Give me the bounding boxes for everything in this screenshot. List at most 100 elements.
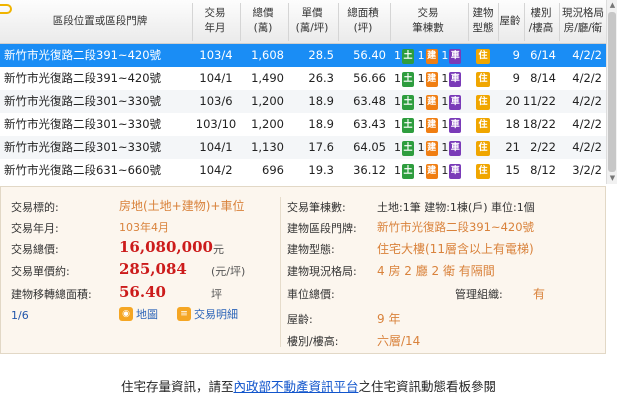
map-button[interactable]: ◉ 地圖 bbox=[119, 306, 158, 322]
cell-age: 18 bbox=[505, 117, 520, 131]
cell-building-type: 住 bbox=[472, 136, 494, 159]
table-row[interactable]: 新竹市光復路二段391~420號 104/1 1,490 26.3 56.66 1 土 1建… bbox=[0, 67, 606, 90]
land-icon: 土 bbox=[402, 49, 414, 64]
ym-label: 交易年月: bbox=[11, 222, 59, 235]
cell-layout: 3/2/2 bbox=[572, 163, 602, 177]
cell-floor: 8/14 bbox=[530, 71, 556, 85]
building-icon: 建 bbox=[425, 141, 438, 156]
cell-location: 新竹市光復路二段301~330號 bbox=[4, 140, 162, 154]
cell-area: 63.48 bbox=[353, 94, 386, 108]
header-unit-price[interactable]: 單價 (萬/坪) bbox=[288, 6, 336, 36]
table-row[interactable]: 新竹市光復路二段301~330號 104/1 1,130 17.6 64.05 1 土 1建… bbox=[0, 136, 606, 159]
transaction-panel: 區段位置或區段門牌 交易 年月 總價 (萬) 單價 (萬/坪) 總面積 (坪) 交易 筆棟… bbox=[0, 0, 617, 400]
building-icon: 建 bbox=[425, 118, 438, 133]
unit-unit: (元/坪) bbox=[211, 265, 246, 278]
header-area[interactable]: 總面積 (坪) bbox=[338, 6, 388, 36]
cell-count: 1土 1建 1車 bbox=[394, 141, 462, 156]
cell-count: 1土 1建 1車 bbox=[394, 49, 462, 64]
cell-floor: 6/14 bbox=[530, 48, 556, 62]
addr-label: 建物區段門牌: bbox=[287, 222, 357, 235]
footer-text-pre: 住宅存量資訊，請至 bbox=[120, 379, 234, 394]
residence-icon: 住 bbox=[476, 118, 490, 133]
cell-layout: 4/2/2 bbox=[572, 94, 602, 108]
detail-button[interactable]: ≡ 交易明細 bbox=[177, 306, 238, 322]
scroll-thumb[interactable] bbox=[608, 12, 616, 172]
cell-location: 新竹市光復路二段391~420號 bbox=[4, 48, 162, 62]
table-row[interactable]: 新竹市光復路二段631~660號 104/2 696 19.3 36.12 1 土 1建 1… bbox=[0, 159, 606, 182]
age-value: 9 年 bbox=[377, 312, 401, 326]
cell-age: 9 bbox=[512, 48, 520, 62]
header-location[interactable]: 區段位置或區段門牌 bbox=[12, 14, 188, 29]
cell-count: 1土 1建 1車 bbox=[394, 95, 462, 110]
cell-layout: 4/2/2 bbox=[572, 117, 602, 131]
list-icon: ≡ bbox=[177, 307, 191, 321]
table-scrollbar[interactable]: ▲ ▼ bbox=[606, 0, 617, 184]
cell-area: 56.40 bbox=[353, 48, 386, 62]
target-value: 房地(土地+建物)+車位 bbox=[119, 199, 245, 213]
cell-location: 新竹市光復路二段391~420號 bbox=[4, 71, 162, 85]
cell-building-type: 住 bbox=[472, 67, 494, 90]
cell-unit-price: 26.3 bbox=[308, 71, 334, 85]
footer-note: 住宅存量資訊，請至內政部不動產資訊平台之住宅資訊動態看板參閱 bbox=[0, 376, 617, 395]
cell-total: 1,130 bbox=[251, 140, 284, 154]
scroll-down-icon[interactable]: ▼ bbox=[608, 173, 617, 183]
cell-unit-price: 19.3 bbox=[308, 163, 334, 177]
header-date[interactable]: 交易 年月 bbox=[192, 6, 238, 36]
header-total[interactable]: 總價 (萬) bbox=[240, 6, 286, 36]
detail-button-label: 交易明細 bbox=[194, 308, 238, 321]
cell-unit-price: 17.6 bbox=[308, 140, 334, 154]
cell-date: 104/1 bbox=[199, 71, 233, 85]
cell-total: 1,490 bbox=[251, 71, 284, 85]
cell-date: 104/1 bbox=[199, 140, 233, 154]
layout-value: 4 房 2 廳 2 衛 有隔間 bbox=[377, 264, 495, 278]
table-header: 區段位置或區段門牌 交易 年月 總價 (萬) 單價 (萬/坪) 總面積 (坪) 交易 筆棟… bbox=[0, 0, 606, 44]
cell-age: 20 bbox=[505, 94, 520, 108]
cell-age: 21 bbox=[505, 140, 520, 154]
platform-link[interactable]: 內政部不動產資訊平台 bbox=[233, 379, 358, 394]
car-icon: 車 bbox=[449, 72, 462, 87]
land-icon: 土 bbox=[402, 95, 414, 110]
cell-area: 63.43 bbox=[353, 117, 386, 131]
table-row[interactable]: 新竹市光復路二段391~420號 103/4 1,608 28.5 56.40 1 土 1建… bbox=[0, 44, 606, 67]
parking-label: 車位總價: bbox=[287, 288, 335, 301]
residence-icon: 住 bbox=[476, 164, 490, 179]
header-building-type[interactable]: 建物 型態 bbox=[468, 6, 498, 36]
cell-total: 696 bbox=[262, 163, 284, 177]
cell-unit-price: 18.9 bbox=[308, 117, 334, 131]
cell-layout: 4/2/2 bbox=[572, 48, 602, 62]
land-icon: 土 bbox=[402, 72, 414, 87]
residence-icon: 住 bbox=[476, 72, 490, 87]
btype-value: 住宅大樓(11層含以上有電梯) bbox=[377, 242, 534, 256]
cell-location: 新竹市光復路二段301~330號 bbox=[4, 117, 162, 131]
table-row[interactable]: 新竹市光復路二段301~330號 103/10 1,200 18.9 63.43 1 土 1… bbox=[0, 113, 606, 136]
footer-text-post: 之住宅資訊動態看板參閱 bbox=[358, 379, 497, 394]
map-button-label: 地圖 bbox=[136, 308, 158, 321]
cell-date: 103/6 bbox=[199, 94, 233, 108]
cell-building-type: 住 bbox=[472, 44, 494, 67]
land-icon: 土 bbox=[402, 118, 414, 133]
mgmt-label: 管理組織: bbox=[455, 288, 503, 301]
count-label: 交易筆棟數: bbox=[287, 201, 346, 214]
header-age[interactable]: 屋齡 bbox=[498, 14, 522, 29]
unit-value: 285,084 bbox=[119, 260, 187, 278]
layout-label: 建物現況格局: bbox=[287, 265, 357, 278]
header-floor[interactable]: 樓別/樓高 bbox=[524, 6, 558, 36]
count-value: 土地:1筆 建物:1棟(戶) 車位:1個 bbox=[377, 201, 535, 214]
cell-date: 103/4 bbox=[199, 48, 233, 62]
page-indicator: 1/6 bbox=[11, 309, 29, 322]
building-icon: 建 bbox=[425, 164, 438, 179]
refresh-icon[interactable] bbox=[0, 4, 12, 14]
table-row[interactable]: 新竹市光復路二段301~330號 103/6 1,200 18.9 63.48 1 土 1建… bbox=[0, 90, 606, 113]
header-count[interactable]: 交易 筆棟數 bbox=[390, 6, 466, 36]
cell-building-type: 住 bbox=[472, 159, 494, 182]
scroll-up-icon[interactable]: ▲ bbox=[608, 0, 617, 10]
cell-building-type: 住 bbox=[472, 90, 494, 113]
cell-count: 1土 1建 1車 bbox=[394, 118, 462, 133]
cell-floor: 11/22 bbox=[522, 94, 556, 108]
age-label: 屋齡: bbox=[287, 313, 313, 326]
cell-unit-price: 18.9 bbox=[308, 94, 334, 108]
cell-location: 新竹市光復路二段631~660號 bbox=[4, 163, 162, 177]
area-value: 56.40 bbox=[119, 283, 166, 301]
header-layout[interactable]: 現況格局 房/廳/衛 bbox=[556, 6, 610, 36]
cell-building-type: 住 bbox=[472, 113, 494, 136]
